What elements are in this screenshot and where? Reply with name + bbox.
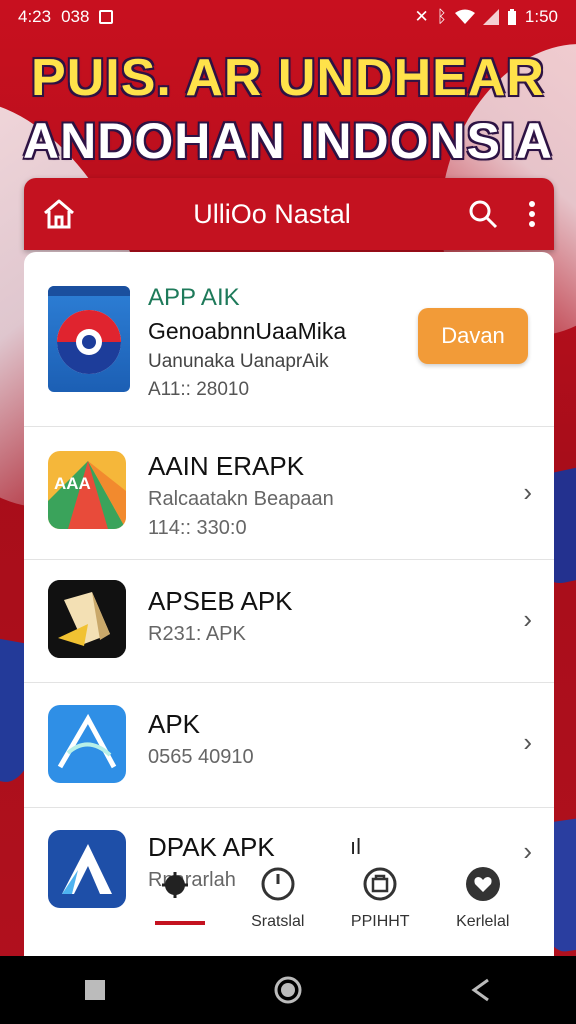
featured-developer: Uanunaka UanaprAik: [148, 351, 329, 372]
featured-app-name: GenoabnnUaaMika: [148, 318, 347, 344]
app-subtitle: R231: APK: [148, 623, 246, 645]
status-extra: 038: [61, 7, 90, 26]
tab-apps[interactable]: PPIHHT: [330, 866, 430, 931]
signal-bars-text: ıl: [350, 834, 361, 859]
tab-stats[interactable]: Sratslal: [228, 866, 328, 931]
tab-home[interactable]: [125, 866, 225, 911]
bottom-tab-bar: Sratslal PPIHHT Kerlelal: [124, 866, 534, 946]
list-item[interactable]: APSEB APK R231: APK ›: [24, 560, 554, 683]
wifi-icon: [454, 9, 475, 24]
gauge-icon: [261, 867, 295, 901]
recents-icon[interactable]: [84, 979, 106, 1001]
chevron-right-icon[interactable]: ›: [523, 836, 532, 867]
app-list-card: APP AIK GenoabnnUaaMika Uanunaka UanaprA…: [24, 252, 554, 956]
home-icon[interactable]: [42, 198, 76, 230]
app-icon: [48, 580, 126, 658]
banner-line-2: ANDOHAN INDONSIA: [23, 113, 553, 169]
app-name: DPAK APK: [148, 832, 275, 862]
app-icon-label: AAA: [54, 474, 91, 493]
chevron-right-icon[interactable]: ›: [523, 477, 532, 508]
app-meta: 114:: 330:0: [148, 517, 247, 539]
signal-icon: [482, 9, 499, 25]
tab-favorites[interactable]: Kerlelal: [433, 866, 533, 931]
system-nav-bar: [0, 956, 576, 1024]
app-bar: UlliOo Nastal: [24, 178, 554, 250]
heart-icon: [465, 867, 500, 901]
banner-line-1: PUIS. AR UNDHEAR: [31, 49, 545, 107]
featured-meta: A11:: 28010: [148, 379, 250, 400]
back-icon[interactable]: [470, 978, 492, 1002]
chevron-right-icon[interactable]: ›: [523, 604, 532, 635]
app-name: AAIN ERAPK: [148, 451, 305, 481]
tab-label: PPIHHT: [350, 913, 410, 930]
app-bar-title: UlliOo Nastal: [193, 198, 351, 229]
list-item[interactable]: AAA AAIN ERAPK Ralcaatakn Beapaan 114:: …: [24, 427, 554, 560]
download-button[interactable]: Davan: [418, 308, 528, 364]
chevron-right-icon[interactable]: ›: [523, 727, 532, 758]
notification-icon: [99, 10, 114, 24]
status-time: 4:23: [18, 7, 52, 26]
app-icon: AAA: [48, 451, 126, 529]
list-item[interactable]: APK 0565 40910 ›: [24, 683, 554, 808]
more-options-icon[interactable]: [528, 200, 536, 228]
app-name: APK: [148, 709, 201, 739]
app-subtitle: Ralcaatakn Beapaan: [148, 488, 334, 510]
tab-label: Kerlelal: [456, 913, 510, 930]
app-icon: [48, 705, 126, 783]
featured-app-icon: [48, 286, 130, 392]
featured-label: APP AIK: [148, 284, 240, 311]
search-icon[interactable]: [468, 199, 498, 229]
home-button-icon[interactable]: [274, 976, 302, 1004]
featured-app-row[interactable]: APP AIK GenoabnnUaaMika Uanunaka UanaprA…: [24, 252, 554, 427]
app-icon: [48, 830, 126, 908]
active-tab-indicator: [155, 921, 205, 925]
app-subtitle: 0565 40910: [148, 746, 254, 768]
bag-icon: [363, 867, 397, 901]
status-bar: 4:23 038 ✕ ᛒ 1:50: [0, 0, 576, 34]
home-tab-icon: [162, 872, 189, 898]
bluetooth-icon: ᛒ: [436, 7, 447, 26]
mute-icon: ✕: [414, 7, 429, 26]
app-name: APSEB APK: [148, 586, 293, 616]
tab-label: Sratslal: [251, 913, 305, 930]
battery-icon: [507, 9, 516, 25]
status-right-text: 1:50: [524, 7, 558, 26]
